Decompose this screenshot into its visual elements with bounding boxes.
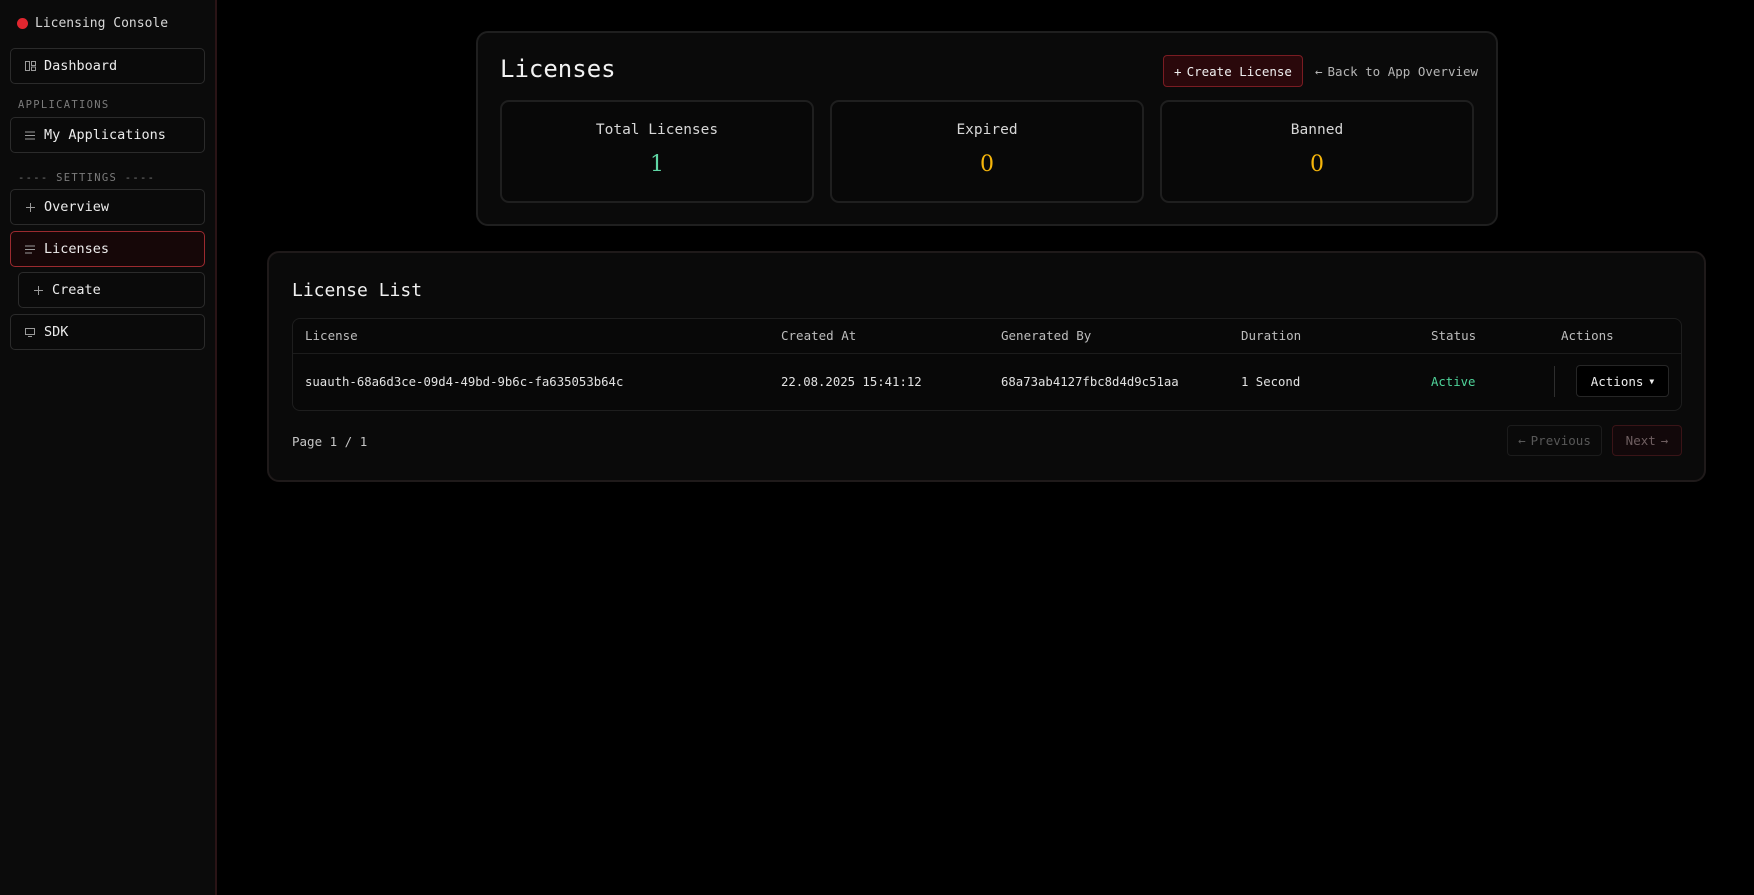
generated-by-cell: 68a73ab4127fbc8d4d9c51aa	[1001, 375, 1179, 389]
sidebar-item-my-applications[interactable]: My Applications	[10, 117, 205, 153]
dashboard-icon	[24, 61, 36, 71]
sidebar-item-label: My Applications	[44, 127, 166, 143]
brand-title: Licensing Console	[35, 15, 169, 31]
duration-cell: 1 Second	[1241, 375, 1301, 389]
license-table: License Created At Generated By Duration…	[292, 318, 1682, 411]
sidebar-item-label: Licenses	[44, 241, 110, 257]
plus-icon: +	[1174, 63, 1182, 79]
stat-label: Expired	[956, 122, 1018, 138]
table-header-divider	[293, 353, 1681, 354]
arrow-right-icon: →	[1660, 433, 1669, 448]
sidebar-item-label: Create	[52, 282, 101, 298]
previous-label: Previous	[1530, 433, 1591, 448]
stat-card-total-licenses: Total Licenses 1	[500, 100, 814, 203]
back-to-app-overview-link[interactable]: ← Back to App Overview	[1315, 55, 1478, 87]
previous-page-button[interactable]: ← Previous	[1507, 425, 1602, 456]
column-header-license: License	[305, 328, 358, 343]
section-label-applications: APPLICATIONS	[18, 99, 110, 111]
column-header-status: Status	[1431, 328, 1477, 343]
column-header-generated-by: Generated By	[1001, 328, 1092, 343]
list-icon	[24, 131, 36, 140]
licenses-summary-panel: Licenses + Create License ← Back to App …	[476, 31, 1498, 226]
stat-label: Banned	[1290, 122, 1344, 138]
page-title: Licenses	[500, 55, 616, 83]
section-label-settings: ---- SETTINGS ----	[18, 172, 156, 184]
sidebar-item-overview[interactable]: Overview	[10, 189, 205, 225]
row-actions-dropdown-button[interactable]: Actions ▼	[1576, 365, 1669, 397]
license-list-title: License List	[292, 280, 423, 301]
brand: Licensing Console	[17, 14, 168, 32]
stat-card-banned: Banned 0	[1160, 100, 1474, 203]
plus-icon	[24, 202, 36, 212]
stat-value: 1	[650, 152, 664, 177]
actions-divider	[1554, 366, 1555, 397]
sidebar: Licensing Console Dashboard APPLICATIONS…	[0, 0, 217, 895]
next-page-button[interactable]: Next →	[1612, 425, 1682, 456]
created-at-cell: 22.08.2025 15:41:12	[781, 375, 922, 389]
stat-card-expired: Expired 0	[830, 100, 1144, 203]
monitor-icon	[24, 327, 36, 337]
sidebar-item-licenses[interactable]: Licenses	[10, 231, 205, 267]
sidebar-item-label: SDK	[44, 324, 69, 340]
arrow-left-icon: ←	[1315, 63, 1323, 79]
sidebar-item-create[interactable]: Create	[18, 272, 205, 308]
plus-icon	[32, 285, 44, 295]
column-header-actions: Actions	[1561, 328, 1614, 343]
sidebar-item-label: Overview	[44, 199, 110, 215]
stat-value: 0	[980, 152, 994, 177]
back-link-label: Back to App Overview	[1327, 63, 1479, 79]
sidebar-item-label: Dashboard	[44, 58, 118, 74]
create-license-button[interactable]: + Create License	[1163, 55, 1303, 87]
actions-label: Actions	[1590, 373, 1644, 389]
caret-down-icon: ▼	[1649, 376, 1655, 386]
pagination-info: Page 1 / 1	[292, 434, 368, 449]
stat-label: Total Licenses	[595, 122, 719, 138]
status-badge: Active	[1431, 375, 1476, 389]
arrow-left-icon: ←	[1518, 433, 1526, 448]
sidebar-item-sdk[interactable]: SDK	[10, 314, 205, 350]
license-list-panel: License List License Created At Generate…	[267, 251, 1706, 482]
stat-value: 0	[1310, 152, 1324, 177]
sidebar-item-dashboard[interactable]: Dashboard	[10, 48, 205, 84]
create-license-label: Create License	[1186, 63, 1292, 79]
next-label: Next	[1625, 433, 1656, 448]
brand-dot-icon	[17, 17, 28, 29]
column-header-duration: Duration	[1241, 328, 1302, 343]
license-key-cell[interactable]: suauth-68a6d3ce-09d4-49bd-9b6c-fa635053b…	[305, 375, 623, 389]
column-header-created-at: Created At	[781, 328, 857, 343]
lines-icon	[24, 245, 36, 254]
